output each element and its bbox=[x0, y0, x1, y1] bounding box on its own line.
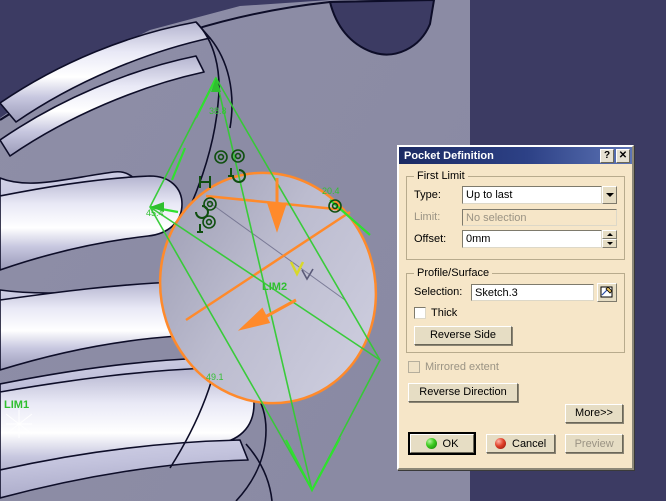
help-button[interactable]: ? bbox=[600, 148, 614, 163]
sketch-pencil-icon bbox=[600, 285, 613, 297]
ok-button-label: OK bbox=[442, 437, 459, 450]
mirrored-extent-checkbox bbox=[408, 360, 420, 373]
limit-row: Limit: No selection bbox=[414, 208, 617, 226]
dialog-titlebar[interactable]: Pocket Definition ? ✕ bbox=[399, 147, 632, 164]
offset-spinner[interactable]: 0mm bbox=[462, 230, 617, 248]
more-button[interactable]: More>> bbox=[565, 403, 623, 423]
more-row: More>> bbox=[565, 403, 623, 423]
offset-stepper[interactable] bbox=[602, 230, 617, 248]
edit-sketch-icon[interactable] bbox=[597, 282, 617, 302]
dialog-body: First Limit Type: Up to last Limit: No s… bbox=[399, 164, 632, 470]
selection-row: Selection: Sketch.3 bbox=[414, 282, 617, 302]
reverse-direction-button[interactable]: Reverse Direction bbox=[408, 382, 518, 402]
offset-input[interactable]: 0mm bbox=[462, 230, 602, 248]
label-lim1: LIM1 bbox=[4, 399, 29, 411]
ok-button[interactable]: OK bbox=[410, 434, 474, 453]
cancel-red-sphere-icon bbox=[495, 438, 506, 449]
stepper-up-icon[interactable] bbox=[602, 230, 617, 239]
close-icon[interactable]: ✕ bbox=[616, 148, 630, 163]
type-label: Type: bbox=[414, 189, 441, 201]
offset-row: Offset: 0mm bbox=[414, 230, 617, 248]
first-limit-legend: First Limit bbox=[417, 170, 465, 182]
first-limit-group: First Limit Type: Up to last Limit: No s… bbox=[406, 170, 625, 260]
thick-checkbox-row[interactable]: Thick bbox=[414, 306, 617, 320]
limit-label: Limit: bbox=[414, 211, 441, 223]
limit-field: No selection bbox=[462, 208, 617, 226]
mirrored-extent-row: Mirrored extent bbox=[408, 360, 625, 374]
offset-label: Offset: bbox=[414, 233, 447, 245]
ok-green-sphere-icon bbox=[425, 438, 437, 449]
dim-20-4: 20.4 bbox=[322, 186, 340, 196]
dialog-title: Pocket Definition bbox=[404, 149, 494, 162]
dim-49-1: 49.1 bbox=[206, 372, 224, 382]
mirrored-extent-label: Mirrored extent bbox=[425, 360, 499, 373]
selection-input[interactable]: Sketch.3 bbox=[471, 283, 594, 301]
profile-surface-legend: Profile/Surface bbox=[417, 267, 490, 279]
dim-38-8: 38.8 bbox=[209, 106, 227, 116]
thick-checkbox[interactable] bbox=[414, 307, 426, 319]
selection-label: Selection: bbox=[414, 286, 463, 298]
profile-surface-group: Profile/Surface Selection: Sketch.3 Thic… bbox=[406, 267, 625, 353]
reverse-side-button[interactable]: Reverse Side bbox=[414, 325, 512, 345]
preview-button: Preview bbox=[565, 434, 623, 453]
dim-45-4: 45.4 bbox=[146, 208, 164, 218]
chevron-down-icon[interactable] bbox=[602, 186, 617, 204]
cancel-button[interactable]: Cancel bbox=[486, 434, 556, 453]
stepper-down-icon[interactable] bbox=[602, 239, 617, 248]
label-lim2: LIM2 bbox=[262, 281, 287, 293]
cancel-button-label: Cancel bbox=[512, 437, 547, 450]
type-combobox[interactable]: Up to last bbox=[462, 186, 617, 204]
type-value[interactable]: Up to last bbox=[462, 186, 602, 204]
type-row: Type: Up to last bbox=[414, 186, 617, 204]
thick-label: Thick bbox=[431, 307, 458, 319]
ok-button-focus-ring: OK bbox=[408, 432, 476, 455]
pocket-definition-dialog[interactable]: Pocket Definition ? ✕ First Limit Type: … bbox=[397, 145, 634, 470]
dialog-button-bar: OK Cancel Preview bbox=[408, 432, 623, 455]
